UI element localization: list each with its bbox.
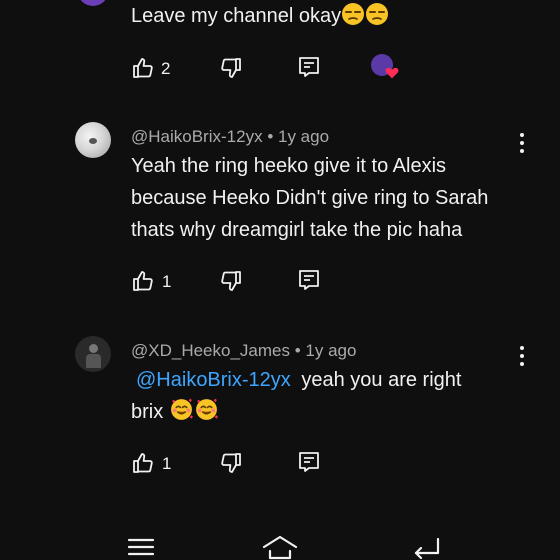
- like-icon[interactable]: [131, 269, 155, 293]
- comment-author[interactable]: @XD_Heeko_James: [131, 341, 290, 360]
- smiling-hearts-emoji-icon: [170, 398, 193, 420]
- comment-text-line: because Heeko Didn't give ring to Sarah: [131, 187, 489, 209]
- comment-time: 1y ago: [305, 341, 357, 360]
- comment-meta: @XD_Heeko_James • 1y ago: [131, 341, 356, 361]
- reply-icon[interactable]: [297, 268, 321, 292]
- more-vert-icon[interactable]: [519, 346, 525, 368]
- heart-icon: [385, 67, 399, 79]
- like-icon[interactable]: [131, 56, 155, 80]
- dislike-icon[interactable]: [219, 451, 243, 475]
- comment-text-content: brix: [131, 401, 164, 423]
- mention-link[interactable]: @HaikoBrix-12yx: [136, 369, 291, 391]
- creator-heart-badge: [371, 54, 401, 82]
- comment-meta: @HaikoBrix-12yx • 1y ago: [131, 127, 329, 147]
- reply-icon[interactable]: [297, 55, 321, 79]
- comment-text-line: Yeah the ring heeko give it to Alexis: [131, 155, 447, 177]
- unamused-emoji-icon: [366, 3, 389, 25]
- avatar-figure: [89, 344, 98, 353]
- unamused-emoji-icon: [342, 3, 365, 25]
- avatar[interactable]: [78, 0, 108, 6]
- avatar[interactable]: [75, 122, 111, 158]
- reply-icon[interactable]: [297, 450, 321, 474]
- comment-text-line: thats why dreamgirl take the pic haha: [131, 219, 463, 241]
- comment-text: Leave my channel okay: [131, 0, 389, 32]
- dislike-icon[interactable]: [219, 56, 243, 80]
- avatar-mark: [89, 138, 97, 144]
- avatar[interactable]: [75, 336, 111, 372]
- comment-text-line: @HaikoBrix-12yx yeah you are right: [131, 364, 461, 396]
- like-icon[interactable]: [131, 451, 155, 475]
- like-count: 1: [162, 272, 172, 291]
- dislike-icon[interactable]: [219, 269, 243, 293]
- like-count: 2: [161, 59, 171, 78]
- comment-text-content: Leave my channel okay: [131, 5, 342, 27]
- smiling-hearts-emoji-icon: [195, 398, 218, 420]
- comment-text-line: brix: [131, 396, 219, 428]
- comment-time: 1y ago: [278, 127, 330, 146]
- home-icon[interactable]: [262, 534, 298, 560]
- like-count: 1: [162, 454, 172, 473]
- menu-icon[interactable]: [127, 537, 155, 557]
- back-icon[interactable]: [410, 535, 442, 559]
- comment-author[interactable]: @HaikoBrix-12yx: [131, 127, 263, 146]
- meta-separator: •: [267, 127, 274, 146]
- avatar-figure-body: [86, 354, 101, 368]
- comment-text-content: yeah you are right: [301, 369, 462, 391]
- more-vert-icon[interactable]: [519, 133, 525, 155]
- meta-separator: •: [294, 341, 301, 360]
